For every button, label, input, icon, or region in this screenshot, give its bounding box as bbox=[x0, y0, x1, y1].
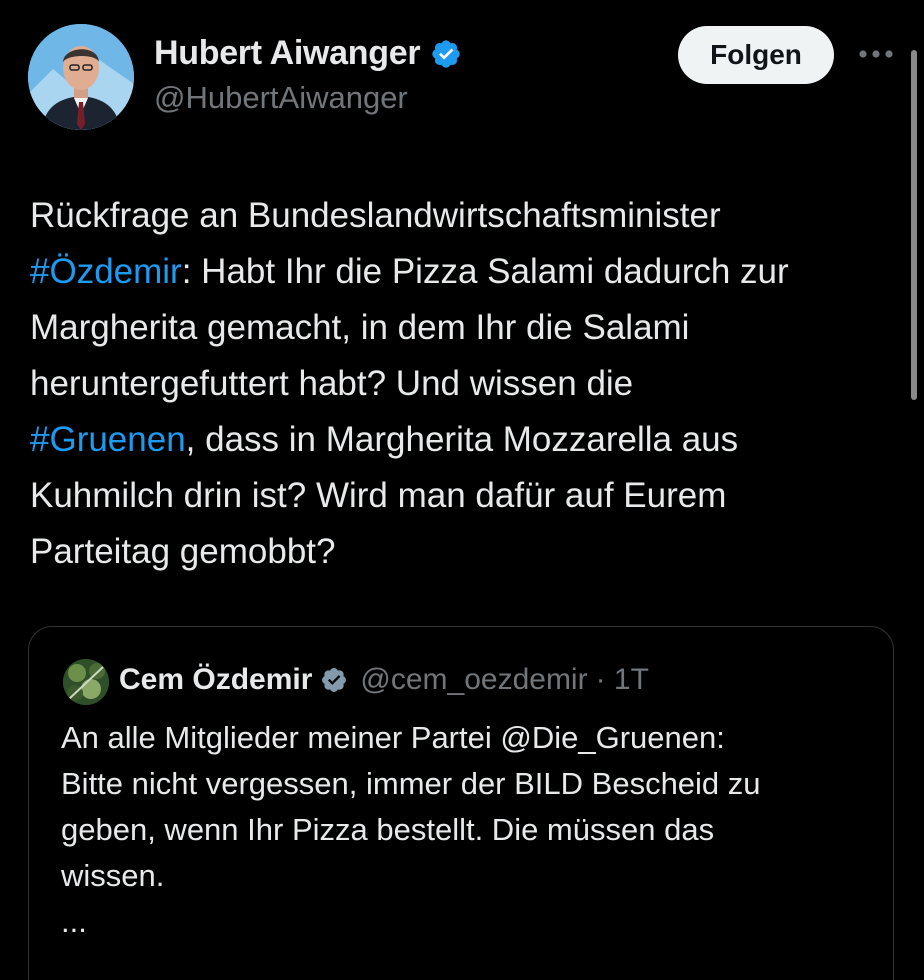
more-options-icon[interactable] bbox=[856, 40, 896, 68]
quoted-tweet-line: geben, wenn Ihr Pizza bestellt. Die müss… bbox=[61, 812, 715, 847]
quoted-tweet-text: An alle Mitglieder meiner Partei @Die_Gr… bbox=[61, 715, 881, 945]
tweet-line: Kuhmilch drin ist? Wird man dafür auf Eu… bbox=[30, 468, 900, 524]
tweet-text-segment: Parteitag gemobbt? bbox=[30, 532, 336, 571]
quoted-tweet-timestamp[interactable]: · 1T bbox=[596, 663, 649, 697]
hashtag-link-gruenen[interactable]: #Gruenen bbox=[30, 420, 186, 459]
author-avatar[interactable] bbox=[28, 24, 134, 130]
tweet-text-segment: Margherita gemacht, in dem Ihr die Salam… bbox=[30, 308, 690, 347]
profile-photo-icon bbox=[28, 24, 134, 130]
tweet-line: Rückfrage an Bundeslandwirtschaftsminist… bbox=[30, 188, 900, 244]
quoted-tweet-line: An alle Mitglieder meiner Partei @Die_Gr… bbox=[61, 720, 725, 755]
tweet-line: Margherita gemacht, in dem Ihr die Salam… bbox=[30, 300, 900, 356]
quoted-tweet-ellipsis: ... bbox=[61, 904, 87, 939]
quoted-profile-photo-icon bbox=[63, 659, 109, 705]
quoted-tweet-card[interactable]: Cem Özdemir @cem_oezdemir · 1T An alle M… bbox=[28, 626, 894, 980]
quoted-tweet-header: Cem Özdemir @cem_oezdemir · 1T bbox=[119, 663, 649, 697]
tweet-line: #Gruenen, dass in Margherita Mozzarella … bbox=[30, 412, 900, 468]
tweet-line: #Özdemir: Habt Ihr die Pizza Salami dadu… bbox=[30, 244, 900, 300]
tweet-line: Parteitag gemobbt? bbox=[30, 524, 900, 580]
quoted-verified-badge-icon[interactable] bbox=[320, 666, 348, 694]
author-handle[interactable]: @HubertAiwanger bbox=[154, 80, 408, 116]
quoted-author-avatar[interactable] bbox=[63, 659, 109, 705]
hashtag-link-oezdemir[interactable]: #Özdemir bbox=[30, 252, 182, 291]
tweet-page: Hubert Aiwanger @HubertAiwanger Folgen R… bbox=[0, 0, 924, 980]
follow-button[interactable]: Folgen bbox=[678, 26, 834, 84]
tweet-text: Rückfrage an Bundeslandwirtschaftsminist… bbox=[30, 188, 900, 580]
quoted-author-name[interactable]: Cem Özdemir bbox=[119, 663, 312, 697]
author-name-row: Hubert Aiwanger bbox=[154, 34, 462, 73]
tweet-text-segment: : Habt Ihr die Pizza Salami dadurch zur bbox=[181, 252, 789, 291]
tweet-line: heruntergefuttert habt? Und wissen die bbox=[30, 356, 900, 412]
quoted-tweet-line: wissen. bbox=[61, 858, 165, 893]
quoted-author-handle[interactable]: @cem_oezdemir bbox=[360, 663, 587, 697]
verified-badge-icon[interactable] bbox=[430, 38, 462, 70]
tweet-text-segment: Rückfrage an Bundeslandwirtschaftsminist… bbox=[30, 196, 721, 235]
tweet-text-segment: heruntergefuttert habt? Und wissen die bbox=[30, 364, 634, 403]
quoted-tweet-line: Bitte nicht vergessen, immer der BILD Be… bbox=[61, 766, 761, 801]
author-display-name[interactable]: Hubert Aiwanger bbox=[154, 34, 421, 73]
tweet-text-segment: , dass in Margherita Mozzarella aus bbox=[185, 420, 739, 459]
tweet-text-segment: Kuhmilch drin ist? Wird man dafür auf Eu… bbox=[30, 476, 727, 515]
scrollbar-thumb[interactable] bbox=[911, 50, 917, 400]
